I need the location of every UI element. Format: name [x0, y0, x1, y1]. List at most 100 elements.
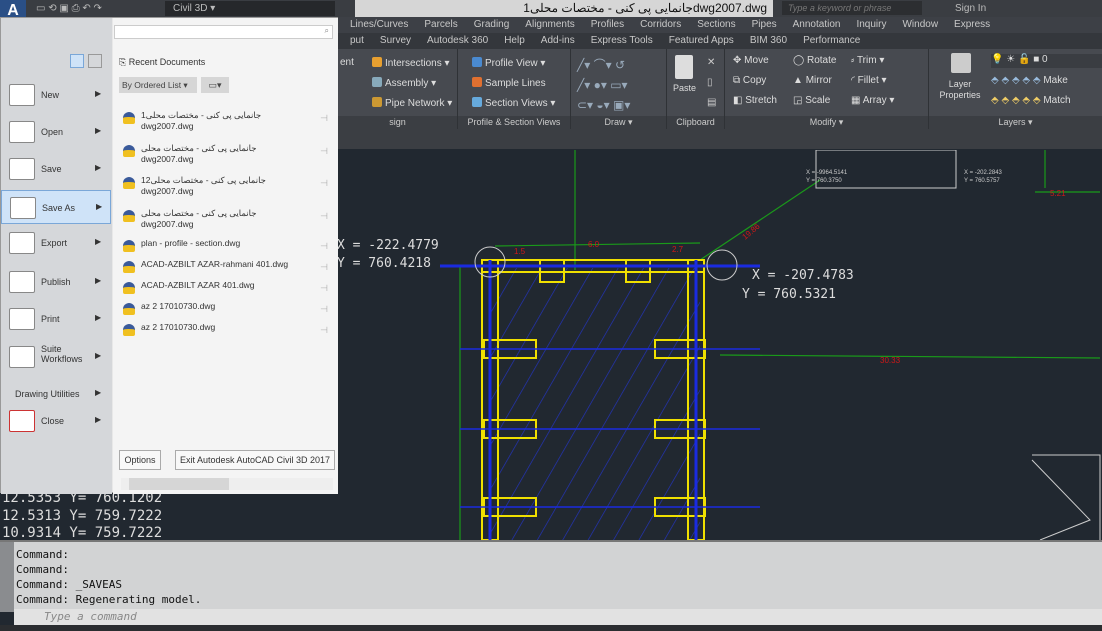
point-b-x: X = -207.4783 — [752, 268, 854, 283]
layer-properties-button[interactable]: Layer Properties — [935, 79, 985, 101]
menu-item[interactable]: Window — [902, 17, 938, 33]
menu-new[interactable]: New ▶ — [1, 78, 111, 112]
dim-label: 6.0 — [588, 240, 600, 249]
pin-icon[interactable]: ⊣ — [320, 283, 328, 294]
menu-item[interactable]: Featured Apps — [669, 33, 734, 49]
dwg-file-icon — [123, 282, 135, 294]
pin-icon[interactable]: ⊣ — [320, 146, 328, 157]
scale-button[interactable]: ◲ Scale — [793, 95, 830, 106]
recent-documents-heading: ⎘ Recent Documents — [119, 57, 206, 67]
section-views-button[interactable]: Section Views ▾ — [472, 97, 555, 109]
profile-view-button[interactable]: Profile View ▾ — [472, 57, 545, 69]
menu-item[interactable]: Sections — [697, 17, 735, 33]
menu-item[interactable]: Add-ins — [541, 33, 575, 49]
document-name: ACAD-AZBILT AZAR 401.dwg — [141, 280, 255, 291]
menu-item[interactable]: put — [350, 33, 364, 49]
box-right-x: X = -202.2843 — [964, 170, 1003, 176]
pin-icon[interactable]: ⊣ — [320, 304, 328, 315]
paste-icon — [675, 55, 693, 79]
mirror-button[interactable]: ▲ Mirror — [793, 75, 832, 86]
copy-button[interactable]: ⧉ Copy — [733, 75, 766, 86]
save-as-icon — [10, 197, 36, 219]
document-name-line: ACAD-AZBILT AZAR 401.dwg — [141, 280, 255, 290]
menu-item[interactable]: Autodesk 360 — [427, 33, 488, 49]
recent-docs-toggle[interactable] — [70, 54, 84, 68]
menu-item[interactable]: Annotation — [793, 17, 841, 33]
layer-tools[interactable]: ⬘ ⬘ ⬘ ⬘ ⬘ Make — [991, 75, 1068, 86]
panel-title[interactable]: sign — [338, 116, 457, 129]
menu-save[interactable]: Save ▶ — [1, 152, 111, 186]
rotate-button[interactable]: ◯ Rotate — [793, 55, 836, 66]
menu-suite-workflows[interactable]: Suite Workflows ▶ — [1, 340, 111, 374]
menu-item[interactable]: Inquiry — [856, 17, 886, 33]
menu-print[interactable]: Print ▶ — [1, 302, 111, 336]
menu-item[interactable]: Corridors — [640, 17, 681, 33]
layer-dropdown[interactable]: 💡 ☀ 🔓 ■ 0 — [991, 54, 1102, 68]
sign-in-button[interactable]: Sign In — [955, 1, 986, 16]
menu-item[interactable]: Express Tools — [591, 33, 653, 49]
draw-tools-icons[interactable]: ╱▾ ⌒▾ ↺ ╱▾ ●▾ ▭▾ ⊂▾ ◒▾ ▣▾ — [577, 55, 630, 115]
hatch-area — [490, 268, 700, 540]
ribbon-item[interactable]: ent — [340, 57, 354, 68]
open-icon — [9, 121, 35, 143]
help-search-input[interactable]: Type a keyword or phrase — [782, 1, 922, 15]
paste-button[interactable]: Paste — [673, 83, 696, 93]
quick-access-toolbar[interactable]: ▭ ⟲ ▣ ⎙ ↶ ↷ — [36, 3, 156, 14]
horizontal-scrollbar[interactable] — [121, 478, 333, 490]
menu-item[interactable]: Alignments — [525, 17, 574, 33]
intersections-button[interactable]: Intersections ▾ — [372, 57, 450, 69]
menu-item[interactable]: Pipes — [752, 17, 777, 33]
menu-close[interactable]: Close ▶ — [1, 404, 111, 438]
pin-icon[interactable]: ⊣ — [320, 262, 328, 273]
chevron-right-icon: ▶ — [95, 351, 102, 360]
pin-icon[interactable]: ⊣ — [320, 178, 328, 189]
move-button[interactable]: ✥ Move — [733, 55, 769, 66]
menu-item[interactable]: Lines/Curves — [350, 17, 408, 33]
layer-tools-2[interactable]: ⬘ ⬘ ⬘ ⬘ ⬘ Match — [991, 95, 1071, 106]
document-name-line: dwg2007.dwg — [141, 121, 194, 131]
sort-dropdown[interactable]: By Ordered List ▾ — [119, 77, 197, 93]
view-dropdown[interactable]: ▭▾ — [201, 77, 229, 93]
stretch-button[interactable]: ◧ Stretch — [733, 95, 777, 106]
menu-publish[interactable]: Publish ▶ — [1, 265, 111, 299]
sample-lines-button[interactable]: Sample Lines — [472, 77, 546, 89]
document-name-line: dwg2007.dwg — [141, 154, 194, 164]
menu-export[interactable]: Export ▶ — [1, 226, 111, 260]
trim-button[interactable]: ⸗ Trim ▾ — [851, 55, 884, 66]
menu-item[interactable]: Survey — [380, 33, 411, 49]
document-name-line: ACAD-AZBILT AZAR-rahmani 401.dwg — [141, 259, 289, 269]
window-title: جانمایی پی کنی - مختصات محلی1dwg2007.dwg — [355, 0, 773, 17]
menu-item[interactable]: Parcels — [424, 17, 457, 33]
export-icon — [9, 232, 35, 254]
cut-copy-icons[interactable]: ✕ ▯ ▤ — [707, 53, 716, 113]
menu-item[interactable]: BIM 360 — [750, 33, 787, 49]
panel-title[interactable]: Draw ▾ — [571, 116, 666, 129]
command-input[interactable]: Type a command — [14, 609, 1102, 625]
menu-item[interactable]: Help — [504, 33, 525, 49]
pin-icon[interactable]: ⊣ — [320, 325, 328, 336]
options-button[interactable]: Options — [119, 450, 161, 470]
menu-item[interactable]: Profiles — [591, 17, 624, 33]
pin-icon[interactable]: ⊣ — [320, 241, 328, 252]
open-docs-toggle[interactable] — [88, 54, 102, 68]
panel-title[interactable]: Modify ▾ — [725, 116, 928, 129]
fillet-button[interactable]: ◜ Fillet ▾ — [851, 75, 887, 86]
panel-title[interactable]: Layers ▾ — [929, 116, 1102, 129]
close-icon — [9, 410, 35, 432]
menu-search-input[interactable]: ⌕ — [114, 25, 333, 39]
menu-item[interactable]: Grading — [474, 17, 510, 33]
workspace-dropdown[interactable]: Civil 3D ▾ — [165, 1, 335, 16]
document-name-line: dwg2007.dwg — [141, 186, 194, 196]
menu-item[interactable]: Express — [954, 17, 990, 33]
menu-item[interactable]: Performance — [803, 33, 860, 49]
pin-icon[interactable]: ⊣ — [320, 211, 328, 222]
pin-icon[interactable]: ⊣ — [320, 113, 328, 124]
document-name-line: جانمایی پی کنی - مختصات محلی1 — [141, 110, 262, 120]
command-window-handle[interactable] — [0, 542, 14, 612]
exit-button[interactable]: Exit Autodesk AutoCAD Civil 3D 2017 — [175, 450, 335, 470]
array-button[interactable]: ▦ Array ▾ — [851, 95, 894, 106]
menu-open[interactable]: Open ▶ — [1, 115, 111, 149]
assembly-button[interactable]: Assembly ▾ — [372, 77, 436, 89]
pipe-network-button[interactable]: Pipe Network ▾ — [372, 97, 452, 109]
menu-save-as[interactable]: Save As ▶ — [1, 190, 111, 224]
